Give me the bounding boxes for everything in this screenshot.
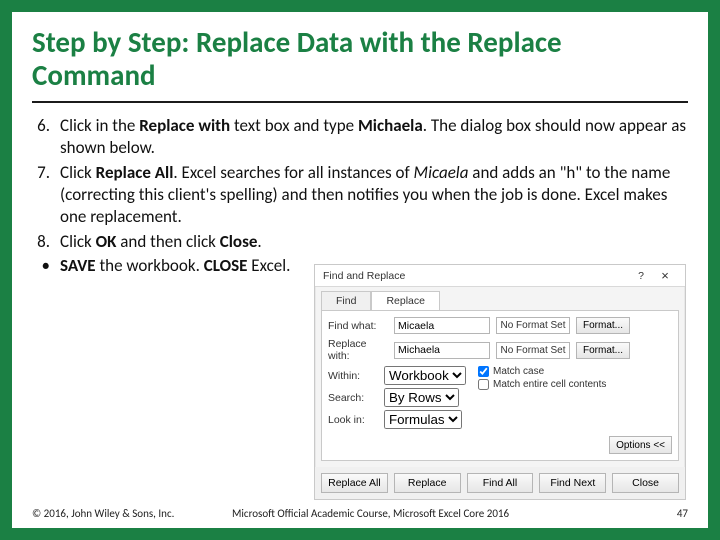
step-body: SAVE the workbook. CLOSE Excel. [60,255,310,277]
slide-title: Step by Step: Replace Data with the Repl… [32,26,688,103]
search-select[interactable]: By Rows [384,388,459,407]
step-number: 6. [32,115,60,160]
text-column: 6. Click in the Replace with text box an… [32,115,688,280]
step-body: Click OK and then click Close. [60,231,310,253]
find-format-status: No Format Set [496,317,570,334]
find-next-button[interactable]: Find Next [539,473,606,493]
replace-with-input[interactable] [394,342,490,359]
step-number: 7. [32,162,60,229]
within-select[interactable]: Workbook [384,366,466,385]
dialog-buttons: Replace All Replace Find All Find Next C… [315,467,685,499]
slide: Step by Step: Replace Data with the Repl… [0,0,720,540]
entire-cell-check[interactable]: Match entire cell contents [478,379,606,390]
step-number: 8. [32,231,60,253]
step-body: Click in the Replace with text box and t… [60,115,688,160]
match-case-check[interactable]: Match case [478,366,606,377]
help-icon[interactable]: ? [631,270,651,282]
find-what-input[interactable] [394,317,490,334]
replace-button[interactable]: Replace [394,473,461,493]
dialog-titlebar: Find and Replace ? × [315,265,685,287]
content-area: 6. Click in the Replace with text box an… [32,115,688,280]
dialog-body: Find what: No Format Set Format... Repla… [321,310,679,461]
tab-find[interactable]: Find [321,291,371,310]
find-replace-dialog: Find and Replace ? × Find Replace Find w… [314,264,686,500]
label-find-what: Find what: [328,320,388,332]
row-find-what: Find what: No Format Set Format... [328,317,672,334]
find-all-button[interactable]: Find All [467,473,534,493]
step-8: 8. Click OK and then click Close. [32,231,688,253]
close-icon[interactable]: × [651,268,679,283]
course-name: Microsoft Official Academic Course, Micr… [212,507,648,520]
match-case-box[interactable] [478,366,489,377]
dialog-tabs: Find Replace [315,287,685,310]
label-search: Search: [328,392,378,404]
label-within: Within: [328,370,378,382]
replace-all-button[interactable]: Replace All [321,473,388,493]
options-left: Within: Workbook Search: By Rows Look in… [328,366,466,432]
bullet: • [32,255,60,277]
tab-replace[interactable]: Replace [371,291,440,310]
dialog-title: Find and Replace [323,270,405,282]
close-button[interactable]: Close [612,473,679,493]
step-list: 6. Click in the Replace with text box an… [32,115,688,278]
page-number: 47 [648,507,688,520]
options-button[interactable]: Options << [609,436,672,454]
find-format-button[interactable]: Format... [576,317,630,334]
replace-format-status: No Format Set [496,342,570,359]
lookin-select[interactable]: Formulas [384,410,462,429]
label-lookin: Look in: [328,414,378,426]
copyright: © 2016, John Wiley & Sons, Inc. [32,507,212,520]
replace-format-button[interactable]: Format... [576,342,630,359]
step-7: 7. Click Replace All. Excel searches for… [32,162,688,229]
step-body: Click Replace All. Excel searches for al… [60,162,688,229]
slide-inner: Step by Step: Replace Data with the Repl… [12,12,708,528]
footer: © 2016, John Wiley & Sons, Inc. Microsof… [32,507,688,520]
entire-cell-box[interactable] [478,379,489,390]
row-replace-with: Replace with: No Format Set Format... [328,338,672,362]
options-area: Within: Workbook Search: By Rows Look in… [328,366,672,432]
step-6: 6. Click in the Replace with text box an… [32,115,688,160]
options-checks: Match case Match entire cell contents [478,366,606,432]
label-replace-with: Replace with: [328,338,388,362]
